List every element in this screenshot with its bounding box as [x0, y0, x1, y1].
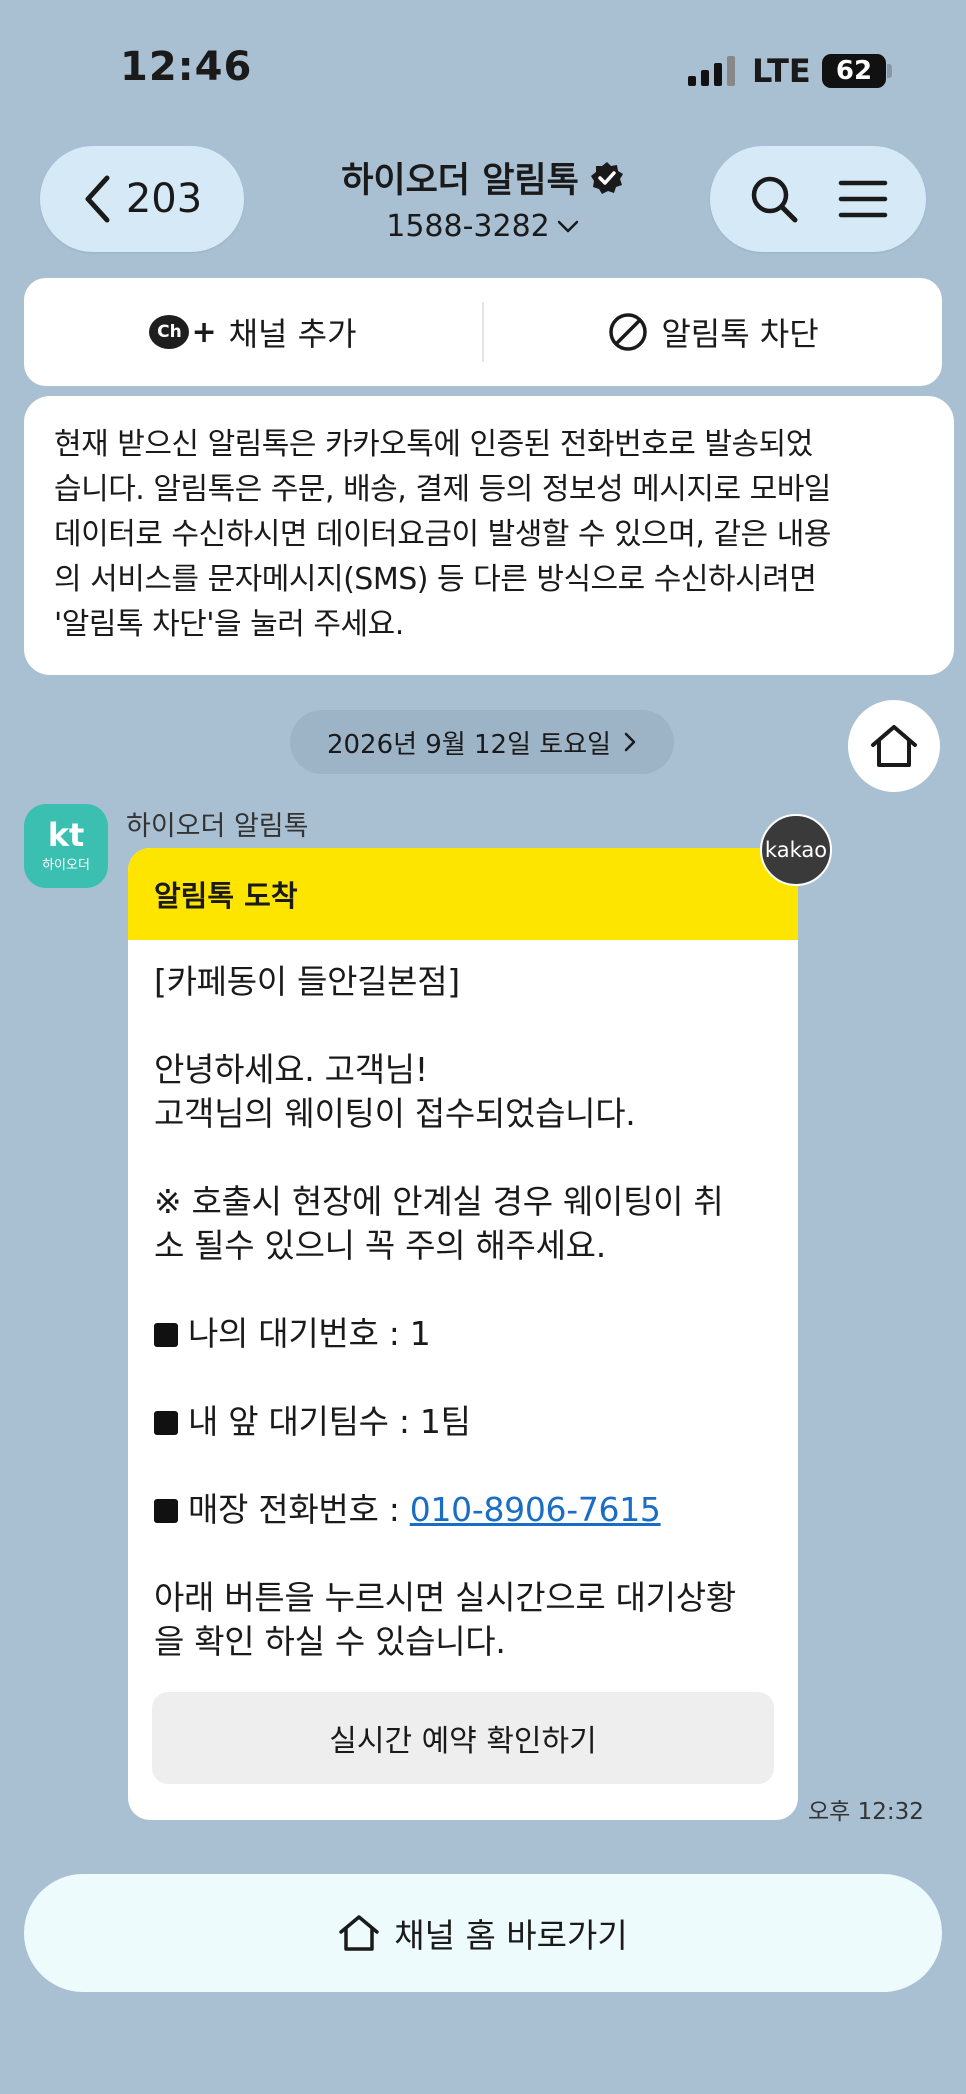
header-actions: [710, 146, 926, 252]
add-channel-label: 채널 추가: [228, 315, 357, 353]
alimtalk-notice: 현재 받으신 알림톡은 카카오톡에 인증된 전화번호로 발송되었 습니다. 알림…: [24, 396, 954, 675]
waiting-number-row: 나의 대기번호 : 1: [154, 1312, 772, 1356]
block-label: 알림톡 차단: [661, 315, 819, 353]
block-alimtalk-button[interactable]: 알림톡 차단: [484, 278, 942, 386]
notice-line: '알림톡 차단'을 눌러 주세요.: [54, 607, 404, 642]
message-bubble: 알림톡 도착 [카페동이 들안길본점] 안녕하세요. 고객님! 고객님의 웨이팅…: [128, 848, 798, 1820]
realtime-line: 을 확인 하실 수 있습니다.: [154, 1622, 506, 1661]
warning-line: ※ 호출시 현장에 안계실 경우 웨이팅이 취: [154, 1182, 724, 1221]
teams-ahead-row: 내 앞 대기팀수 : 1팀: [154, 1400, 772, 1444]
store-phone-link[interactable]: 010-8906-7615: [410, 1490, 661, 1529]
channel-phone: 1588-3282: [386, 209, 550, 244]
search-icon[interactable]: [748, 173, 800, 225]
store-phone-row: 매장 전화번호 : 010-8906-7615: [154, 1488, 772, 1532]
battery-icon: 62: [822, 54, 886, 88]
realtime-reservation-button[interactable]: 실시간 예약 확인하기: [152, 1692, 774, 1784]
network-type: LTE: [752, 52, 811, 90]
channel-home-label: 채널 홈 바로가기: [394, 1916, 628, 1955]
chevron-down-icon: [557, 220, 579, 232]
store-name: [카페동이 들안길본점]: [154, 962, 460, 1001]
sender-name: 하이오더 알림톡: [126, 811, 309, 842]
status-time: 12:46: [120, 44, 253, 90]
channel-name: 하이오더 알림톡: [341, 161, 579, 201]
store-phone-label: 매장 전화번호 :: [188, 1490, 410, 1529]
battery-tip: [887, 64, 892, 78]
unread-count: 203: [125, 176, 203, 222]
signal-strength-icon: [688, 56, 735, 86]
home-icon: [871, 725, 917, 767]
notice-line: 의 서비스를 문자메시지(SMS) 등 다른 방식으로 수신하시려면: [54, 562, 817, 597]
teams-ahead: 내 앞 대기팀수 : 1팀: [188, 1402, 471, 1441]
verified-badge-icon: [590, 161, 623, 194]
date-label: 2026년 9월 12일 토요일: [326, 729, 612, 760]
warning-line: 소 될수 있으니 꼭 주의 해주세요.: [154, 1226, 606, 1265]
waiting-number: 나의 대기번호 : 1: [188, 1314, 431, 1353]
avatar-logo: kt: [47, 815, 85, 854]
date-divider[interactable]: 2026년 9월 12일 토요일: [290, 710, 674, 774]
chevron-left-icon: [85, 175, 110, 223]
avatar-subtext: 하이오더: [42, 857, 90, 873]
notice-line: 현재 받으신 알림톡은 카카오톡에 인증된 전화번호로 발송되었: [54, 427, 813, 462]
notice-line: 습니다. 알림톡은 주문, 배송, 결제 등의 정보성 메시지로 모바일: [54, 472, 831, 507]
channel-home-button[interactable]: 채널 홈 바로가기: [24, 1874, 942, 1992]
square-bullet-icon: [154, 1323, 178, 1347]
channel-home-floating-button[interactable]: [848, 700, 940, 792]
realtime-line: 아래 버튼을 누르시면 실시간으로 대기상황: [154, 1578, 736, 1617]
message-time: 오후 12:32: [808, 1799, 924, 1825]
message-header: 알림톡 도착: [128, 848, 798, 940]
message-body: [카페동이 들안길본점] 안녕하세요. 고객님! 고객님의 웨이팅이 접수되었습…: [128, 940, 798, 1664]
square-bullet-icon: [154, 1499, 178, 1523]
sender-avatar[interactable]: kt 하이오더: [24, 804, 108, 888]
kakao-badge: kakao: [760, 814, 832, 886]
add-channel-button[interactable]: Ch + 채널 추가: [24, 278, 482, 386]
channel-icon: Ch: [149, 315, 190, 349]
channel-action-bar: Ch + 채널 추가 알림톡 차단: [24, 278, 942, 386]
block-icon: [609, 313, 648, 351]
greeting-line: 고객님의 웨이팅이 접수되었습니다.: [154, 1094, 636, 1133]
home-icon: [339, 1915, 379, 1951]
chat-title[interactable]: 하이오더 알림톡 1588-3282: [260, 152, 706, 244]
plus-icon: +: [191, 314, 217, 350]
back-button[interactable]: 203: [40, 146, 244, 252]
square-bullet-icon: [154, 1411, 178, 1435]
menu-icon[interactable]: [838, 179, 888, 219]
notice-line: 데이터로 수신하시면 데이터요금이 발생할 수 있으며, 같은 내용: [54, 517, 831, 552]
greeting-line: 안녕하세요. 고객님!: [154, 1050, 428, 1089]
chevron-right-icon: [624, 732, 636, 752]
